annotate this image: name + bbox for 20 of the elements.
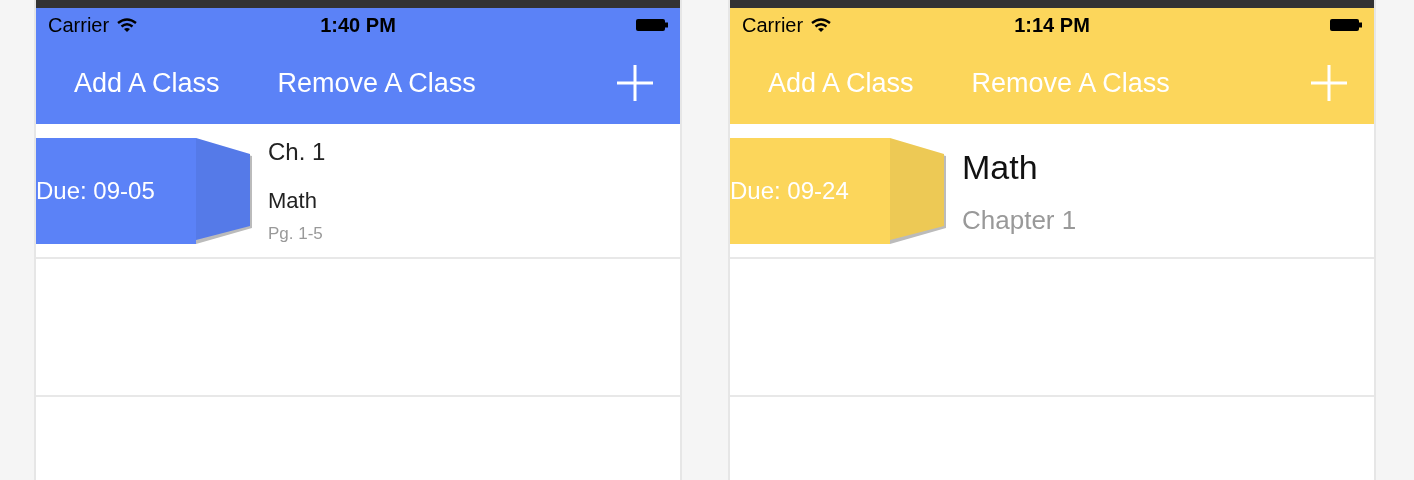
tag-bevel-icon [196, 137, 252, 244]
wifi-icon [811, 17, 832, 33]
carrier-label: Carrier [742, 13, 804, 38]
wifi-icon [117, 17, 138, 33]
assignment-title: Ch. 1 [268, 137, 326, 168]
assignment-title: Chapter 1 [962, 203, 1077, 237]
nav-button[interactable]: Remove A Class [269, 62, 484, 104]
carrier-label: Carrier [48, 13, 110, 38]
page-range: Pg. 1-5 [268, 223, 324, 246]
assignment-row[interactable]: Due: 09-24 Math Chapter 1 [730, 124, 1374, 259]
class-name: Math [268, 187, 318, 216]
battery-icon [1330, 18, 1362, 32]
battery-icon [636, 18, 668, 32]
assignment-row[interactable]: Due: 09-05 Ch. 1 Math Pg. 1-5 [36, 124, 680, 259]
add-icon[interactable] [616, 64, 654, 102]
status-time: 1:40 PM [320, 13, 396, 38]
class-name: Math [962, 146, 1039, 188]
tag-bevel-icon [890, 137, 946, 244]
status-time: 1:14 PM [1014, 13, 1090, 38]
nav-button[interactable]: Add A Class [66, 62, 228, 104]
